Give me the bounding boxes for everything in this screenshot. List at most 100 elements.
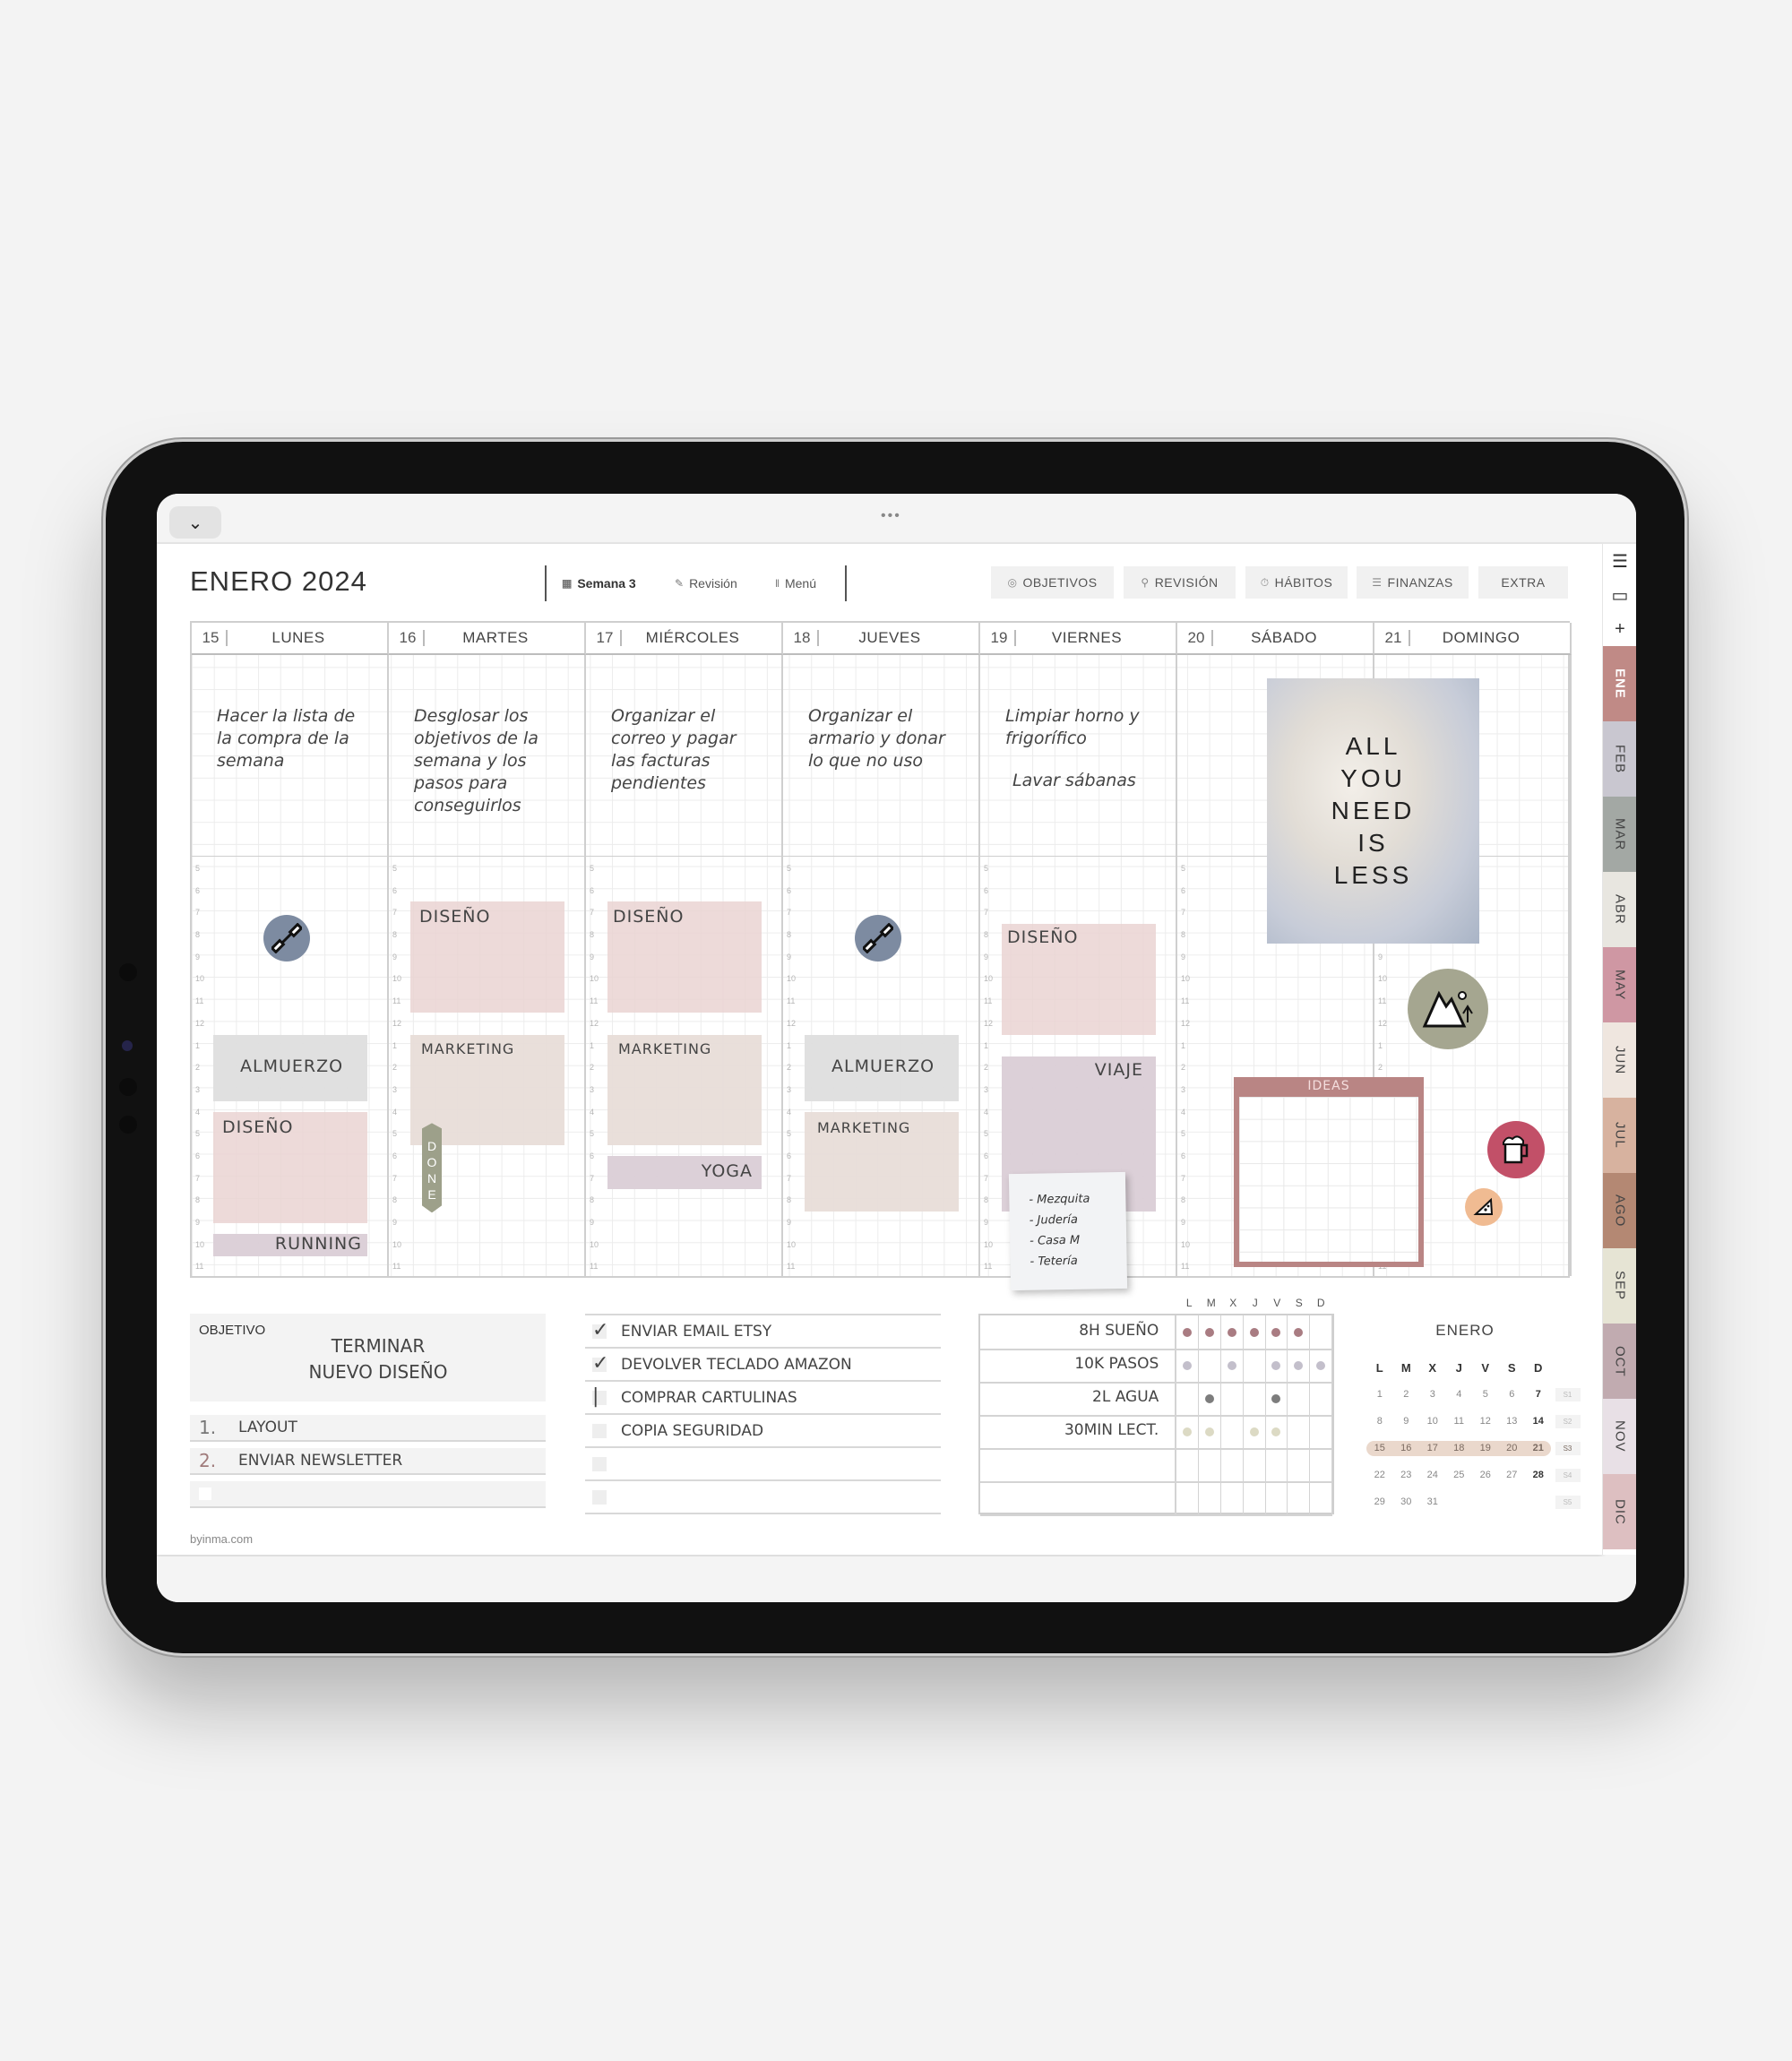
habit-cell[interactable] <box>1288 1382 1311 1415</box>
habit-cell[interactable] <box>1288 1448 1311 1481</box>
mini-calendar-day[interactable]: 13 <box>1499 1416 1526 1427</box>
todo-item[interactable] <box>585 1479 941 1513</box>
mini-calendar-day[interactable]: 17 <box>1419 1443 1446 1453</box>
month-tab-dic[interactable]: DIC <box>1603 1474 1636 1549</box>
habit-cell[interactable] <box>1288 1481 1311 1514</box>
habit-cell[interactable] <box>1199 1349 1221 1382</box>
mini-calendar-day[interactable]: 25 <box>1446 1470 1473 1480</box>
mini-calendar-day[interactable]: 20 <box>1499 1443 1526 1453</box>
habit-cell[interactable] <box>1288 1315 1311 1349</box>
goal-step[interactable]: 1. LAYOUT <box>190 1415 546 1442</box>
calendar-icon[interactable]: ▭ <box>1603 578 1636 612</box>
todo-checkbox[interactable] <box>592 1457 607 1471</box>
month-tab-nov[interactable]: NOV <box>1603 1399 1636 1474</box>
day-header[interactable]: 15 LUNES <box>192 623 389 655</box>
event-diseno[interactable]: DISEÑO <box>1002 924 1156 1035</box>
habit-cell[interactable] <box>1266 1349 1288 1382</box>
habit-row[interactable]: 8H SUEÑO <box>980 1315 1332 1350</box>
month-tab-sep[interactable]: SEP <box>1603 1248 1636 1324</box>
habit-cell[interactable] <box>1221 1349 1244 1382</box>
habit-cell[interactable] <box>1221 1382 1244 1415</box>
habit-cell[interactable] <box>1310 1481 1332 1514</box>
day-header[interactable]: 19 VIERNES <box>980 623 1177 655</box>
habit-cell[interactable] <box>1310 1349 1332 1382</box>
mini-calendar-day[interactable]: 11 <box>1446 1416 1473 1427</box>
mini-calendar-day[interactable]: 2 <box>1393 1389 1420 1400</box>
mini-calendar-day[interactable]: 4 <box>1446 1389 1473 1400</box>
goal-box[interactable]: OBJETIVO TERMINAR NUEVO DISEÑO <box>190 1314 546 1401</box>
event-almuerzo[interactable]: ALMUERZO <box>805 1034 959 1101</box>
todo-checkbox[interactable]: ✓ <box>592 1354 608 1374</box>
habit-cell[interactable] <box>1199 1415 1221 1448</box>
mini-calendar-week[interactable]: 1 2 3 4 5 6 7 S1 <box>1366 1381 1581 1408</box>
habit-row[interactable]: 30MIN LECT. <box>980 1415 1332 1450</box>
todo-item[interactable]: | COMPRAR CARTULINAS <box>585 1380 941 1414</box>
event-marketing[interactable]: MARKETING <box>805 1112 959 1212</box>
habit-cell[interactable] <box>1199 1382 1221 1415</box>
habit-cell[interactable] <box>1221 1315 1244 1349</box>
habit-cell[interactable] <box>1244 1481 1266 1514</box>
habit-cell[interactable] <box>1244 1415 1266 1448</box>
sticky-note[interactable]: - Mezquita - Judería - Casa M - Tetería <box>1008 1171 1128 1291</box>
event-diseno[interactable]: DISEÑO <box>213 1112 367 1223</box>
section-extra-button[interactable]: EXTRA <box>1478 566 1568 599</box>
pizza-icon[interactable] <box>1465 1187 1503 1226</box>
mini-calendar-day[interactable]: 12 <box>1472 1416 1499 1427</box>
month-tab-feb[interactable]: FEB <box>1603 721 1636 797</box>
section-habitos-button[interactable]: ⏱ HÁBITOS <box>1245 566 1348 599</box>
mini-calendar-day[interactable]: 5 <box>1472 1389 1499 1400</box>
mini-calendar-day[interactable]: 18 <box>1446 1443 1473 1453</box>
month-tab-abr[interactable]: ABR <box>1603 872 1636 947</box>
habit-cell[interactable] <box>1310 1315 1332 1349</box>
habit-cell[interactable] <box>1199 1315 1221 1349</box>
habit-cell[interactable] <box>1221 1415 1244 1448</box>
habit-cell[interactable] <box>1266 1315 1288 1349</box>
habit-cell[interactable] <box>1199 1448 1221 1481</box>
day-header[interactable]: 21 DOMINGO <box>1374 623 1572 655</box>
day-header[interactable]: 18 JUEVES <box>783 623 980 655</box>
habit-cell[interactable] <box>1176 1481 1200 1514</box>
mini-calendar-day[interactable]: 23 <box>1393 1470 1420 1480</box>
habit-cell[interactable] <box>1266 1382 1288 1415</box>
mini-calendar-day[interactable]: 31 <box>1419 1496 1446 1507</box>
mini-calendar-day[interactable]: 29 <box>1366 1496 1393 1507</box>
habit-row[interactable]: 10K PASOS <box>980 1349 1332 1384</box>
mini-calendar-day[interactable]: 21 <box>1525 1443 1552 1453</box>
mini-calendar-day[interactable]: 14 <box>1525 1416 1552 1427</box>
todo-item[interactable]: ✓ DEVOLVER TECLADO AMAZON <box>585 1347 941 1381</box>
habit-row[interactable]: 2L AGUA <box>980 1382 1332 1417</box>
habit-cell[interactable] <box>1176 1415 1200 1448</box>
todo-item[interactable]: ✓ ENVIAR EMAIL ETSY <box>585 1314 941 1348</box>
mini-calendar-day[interactable]: 8 <box>1366 1416 1393 1427</box>
habit-cell[interactable] <box>1288 1349 1311 1382</box>
dumbbell-icon[interactable] <box>855 915 901 962</box>
habit-cell[interactable] <box>1310 1415 1332 1448</box>
mini-calendar-day[interactable]: 15 <box>1366 1443 1393 1453</box>
mini-calendar-day[interactable]: 24 <box>1419 1470 1446 1480</box>
day-header[interactable]: 20 SÁBADO <box>1177 623 1374 655</box>
mini-calendar-day[interactable]: 22 <box>1366 1470 1393 1480</box>
todo-item[interactable]: COPIA SEGURIDAD <box>585 1413 941 1447</box>
day-header[interactable]: 17 MIÉRCOLES <box>586 623 783 655</box>
mini-calendar-week[interactable]: 8 9 10 11 12 13 14 S2 <box>1366 1408 1581 1435</box>
day-note[interactable]: Lavar sábanas <box>1012 770 1165 792</box>
collapse-button[interactable]: ⌄ <box>169 506 221 539</box>
todo-checkbox[interactable]: | <box>592 1387 607 1407</box>
week-number[interactable]: S4 <box>1555 1468 1581 1482</box>
day-header[interactable]: 16 MARTES <box>389 623 586 655</box>
day-note[interactable]: Organizar el armario y donar lo que no u… <box>808 705 961 772</box>
event-yoga[interactable]: YOGA <box>607 1156 762 1190</box>
habit-cell[interactable] <box>1266 1448 1288 1481</box>
month-tab-ago[interactable]: AGO <box>1603 1173 1636 1248</box>
habit-cell[interactable] <box>1244 1315 1266 1349</box>
day-note[interactable]: Desglosar los objetivos de la semana y l… <box>414 705 566 817</box>
mini-calendar-day[interactable]: 9 <box>1393 1416 1420 1427</box>
dumbbell-icon[interactable] <box>263 915 310 962</box>
mini-calendar-day[interactable]: 6 <box>1499 1389 1526 1400</box>
mini-calendar-week[interactable]: 15 16 17 18 19 20 21 S3 <box>1366 1435 1581 1462</box>
habit-cell[interactable] <box>1176 1315 1200 1349</box>
window-handle[interactable]: ••• <box>881 508 901 524</box>
habit-cell[interactable] <box>1244 1349 1266 1382</box>
add-icon[interactable]: + <box>1603 612 1636 646</box>
section-revision-button[interactable]: ⚲ REVISIÓN <box>1124 566 1236 599</box>
